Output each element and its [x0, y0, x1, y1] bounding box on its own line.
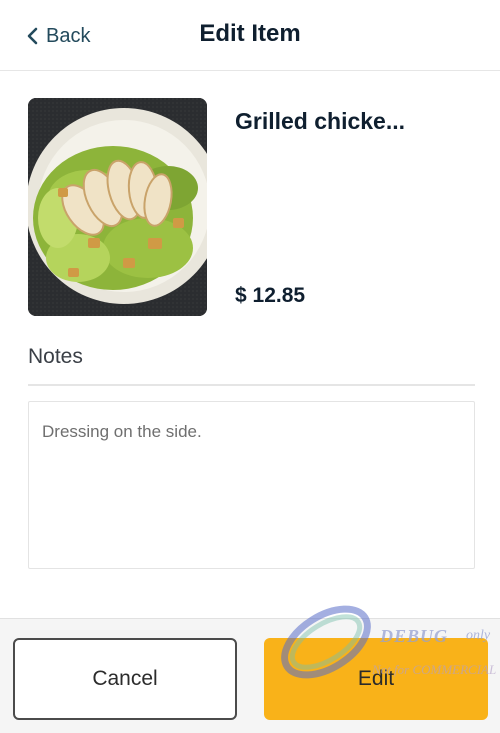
notes-label: Notes — [28, 345, 83, 368]
page-title: Edit Item — [199, 20, 301, 47]
item-name: Grilled chicke... — [235, 108, 406, 134]
header-bar: Back Edit Item — [0, 0, 500, 71]
item-price: $ 12.85 — [235, 284, 306, 307]
notes-textarea[interactable]: Dressing on the side. — [28, 401, 475, 569]
notes-divider — [28, 384, 475, 386]
edit-button[interactable]: Edit — [264, 638, 488, 720]
notes-text: Dressing on the side. — [42, 422, 202, 441]
cancel-label: Cancel — [92, 667, 158, 690]
action-bar: Cancel Edit — [0, 618, 500, 733]
item-photo — [28, 98, 207, 316]
edit-label: Edit — [357, 667, 395, 690]
cancel-button[interactable]: Cancel — [13, 638, 237, 720]
